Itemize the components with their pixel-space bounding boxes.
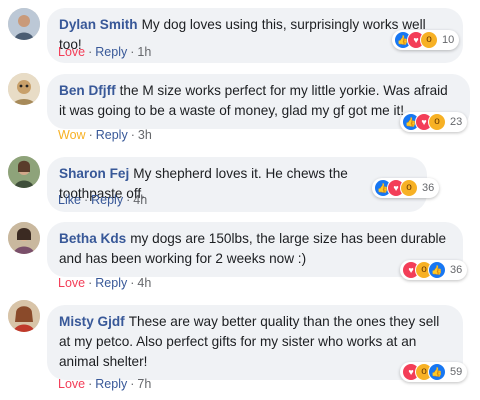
comment-author[interactable]: Dylan Smith: [59, 17, 138, 32]
reaction-count: 10: [442, 34, 455, 46]
reaction-count: 59: [450, 366, 463, 378]
love-reaction-link[interactable]: Love: [58, 276, 85, 290]
reaction-count: 36: [450, 264, 463, 276]
reactions-summary[interactable]: 👍 ♥ o 23: [400, 112, 468, 132]
comment-author[interactable]: Ben Dfjff: [59, 83, 116, 98]
comment-actions: Love · Reply · 1h: [58, 45, 152, 59]
comment-author[interactable]: Betha Kds: [59, 231, 126, 246]
comment-timestamp[interactable]: 7h: [137, 377, 151, 391]
reactions-summary[interactable]: 👍 ♥ o 36: [372, 178, 440, 198]
avatar[interactable]: [8, 156, 40, 188]
avatar[interactable]: [8, 73, 40, 105]
reactions-summary[interactable]: 👍 ♥ o 10: [392, 30, 460, 50]
comment-actions: Wow · Reply · 3h: [58, 128, 152, 142]
comment-timestamp[interactable]: 3h: [138, 128, 152, 142]
comment-timestamp[interactable]: 1h: [137, 45, 151, 59]
comment-actions: Love · Reply · 7h: [58, 377, 152, 391]
like-reaction-link[interactable]: Like: [58, 193, 81, 207]
reaction-count: 23: [450, 116, 463, 128]
like-icon: 👍: [428, 363, 446, 381]
reply-link[interactable]: Reply: [95, 45, 127, 59]
comment-actions: Like · Reply · 4h: [58, 193, 148, 207]
comment-author[interactable]: Misty Gjdf: [59, 314, 125, 329]
comment-author[interactable]: Sharon Fej: [59, 166, 129, 181]
avatar[interactable]: [8, 8, 40, 40]
reply-link[interactable]: Reply: [91, 193, 123, 207]
avatar[interactable]: [8, 222, 40, 254]
reactions-summary[interactable]: ♥ o 👍 59: [400, 362, 468, 382]
love-reaction-link[interactable]: Love: [58, 377, 85, 391]
wow-reaction-link[interactable]: Wow: [58, 128, 86, 142]
reaction-count: 36: [422, 182, 435, 194]
avatar[interactable]: [8, 300, 40, 332]
wow-icon: o: [420, 31, 438, 49]
reply-link[interactable]: Reply: [95, 377, 127, 391]
reactions-summary[interactable]: ♥ o 👍 36: [400, 260, 468, 280]
comment-actions: Love · Reply · 4h: [58, 276, 152, 290]
comment-timestamp[interactable]: 4h: [137, 276, 151, 290]
reply-link[interactable]: Reply: [95, 276, 127, 290]
wow-icon: o: [400, 179, 418, 197]
reply-link[interactable]: Reply: [96, 128, 128, 142]
love-reaction-link[interactable]: Love: [58, 45, 85, 59]
wow-icon: o: [428, 113, 446, 131]
comment-timestamp[interactable]: 4h: [133, 193, 147, 207]
comment-text: the M size works perfect for my little y…: [59, 83, 448, 118]
like-icon: 👍: [428, 261, 446, 279]
